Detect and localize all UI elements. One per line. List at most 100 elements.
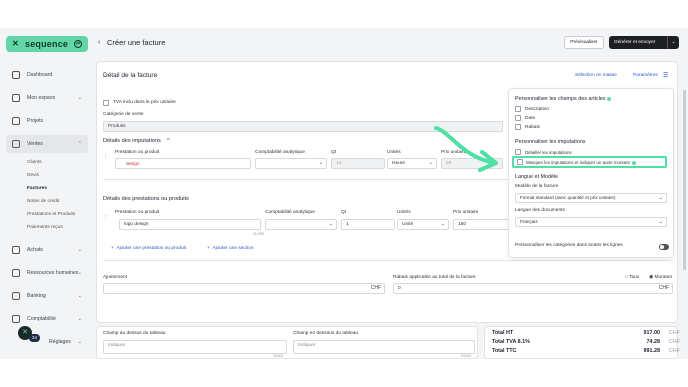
mass-selection-link[interactable]: Sélection en masse (575, 73, 617, 78)
rate-radio[interactable]: ○ Taux (625, 275, 639, 280)
submenu-item-notes-credit[interactable]: Notes de crédit (27, 195, 88, 208)
sidebar-item-label: Ventes (27, 141, 43, 147)
sidebar-item-rh[interactable]: Ressources humaines ⌄ (6, 261, 88, 284)
chevron-right-icon: ⌄ (77, 339, 82, 345)
submenu-item-devis[interactable]: Devis (27, 169, 88, 182)
drag-handle-icon[interactable]: ⋮ (103, 216, 108, 221)
brand-name: sequence (25, 39, 69, 49)
ledger-icon (12, 314, 20, 323)
preview-button[interactable]: Prévisualiser (564, 36, 604, 49)
imputations-settings-title: Personnaliser les imputations (515, 139, 586, 145)
sidebar-item-mon-espace[interactable]: Mon espace ⌄ (6, 86, 88, 109)
tva-label: TVA inclu dans le prix unitaire (113, 100, 176, 105)
total-value: 917.00 (643, 330, 661, 336)
chevron-down-icon: ⌄ (328, 221, 333, 227)
amount-label: Montant (654, 275, 672, 280)
sidebar-item-banking[interactable]: Banking ⌄ (6, 284, 88, 307)
docs-lang-label: Langue des documents (515, 208, 565, 213)
pres-units-select[interactable]: Unité ⌄ (397, 219, 449, 230)
total-value: 74.28 (646, 339, 661, 345)
sidebar-item-label: Banking (27, 292, 46, 299)
description-label: Description (525, 107, 549, 112)
chevron-up-icon: ⌃ (77, 141, 82, 147)
chevron-down-icon: ⌄ (318, 160, 323, 166)
drag-handle-icon[interactable]: ⋮ (103, 155, 108, 160)
home-icon (12, 70, 20, 79)
chevron-down-icon: ⌄ (77, 293, 82, 299)
submenu-item-paiements[interactable]: Paiements reçus (27, 221, 88, 234)
imp-col-units: Unités (387, 150, 401, 155)
detail-imputations-label: Détailler les imputations (525, 150, 572, 155)
chevron-down-icon: ⌄ (77, 95, 82, 101)
pres-product-field[interactable]: logo design (119, 219, 261, 230)
field-below-input[interactable]: Indiquer (293, 340, 475, 354)
pres-analytics-select[interactable]: ⌄ (265, 219, 337, 230)
sidebar-item-ventes[interactable]: Ventes ⌃ (6, 135, 88, 153)
pres-price-field[interactable]: 150 (453, 219, 509, 230)
annotation-arrow (434, 126, 498, 172)
field-below-label: Champ en dessous du tableau (293, 331, 359, 336)
description-checkbox[interactable] (515, 106, 521, 112)
sidebar-item-label: Mon espace (27, 94, 56, 101)
char-counter: 0/2000 (273, 354, 284, 358)
collapse-chevron-icon[interactable]: ^ (167, 138, 170, 144)
custom-categories-toggle[interactable] (659, 244, 669, 250)
docs-lang-select[interactable]: Français ⌄ (515, 217, 667, 227)
pres-col-price: Prix unitaire (453, 210, 479, 215)
divider (103, 260, 673, 261)
add-product-label: Ajouter une prestation ou produit (116, 246, 187, 251)
send-options-chevron-icon[interactable]: ⌄ (667, 36, 679, 49)
add-section-label: Ajouter une section (212, 246, 254, 251)
amount-radio[interactable]: ◉ Montant (649, 275, 672, 280)
pres-qty-field[interactable]: 1 (341, 219, 395, 230)
docs-lang-value: Français (520, 219, 538, 224)
char-counter: 0/2000 (461, 354, 472, 358)
scrollbar[interactable] (683, 90, 686, 270)
submenu-item-clients[interactable]: Clients (27, 156, 88, 169)
parameters-link[interactable]: Paramètres (633, 73, 658, 78)
generate-send-button[interactable]: Générer et envoyer ⌄ (609, 36, 679, 49)
back-chevron-icon[interactable]: ‹ (98, 39, 100, 46)
imp-analytics-select[interactable]: ⌄ (255, 158, 327, 169)
discount-field[interactable]: 0 CHF (393, 283, 673, 294)
add-product-button[interactable]: + Ajouter une prestation ou produit (111, 246, 186, 251)
sidebar-item-comptabilite[interactable]: Comptabilité ⌄ (6, 307, 88, 330)
chevron-down-icon: ⌄ (440, 221, 445, 227)
brand-logo[interactable]: ✕ sequence ⇄ (6, 36, 88, 52)
sidebar-item-label: Projets (27, 117, 44, 124)
date-checkbox[interactable] (515, 115, 521, 121)
model-select[interactable]: Format standard (avec quantité et prix u… (515, 193, 667, 203)
submenu-item-factures[interactable]: Factures (27, 182, 88, 195)
imp-product-tag: design (126, 161, 140, 166)
imp-units-value: Heure (392, 161, 406, 166)
brand-toggle-icon[interactable]: ⇄ (74, 40, 82, 48)
field-above-input[interactable]: Indiquer (103, 340, 287, 354)
char-counter: 11/255 (253, 232, 264, 236)
sidebar-item-label: Dashboard (27, 71, 53, 78)
add-section-button[interactable]: + Ajouter une section (207, 246, 254, 251)
custom-categories-label: Personnaliser les catégories dans toutes… (515, 243, 623, 248)
category-label: Catégorie de vente (103, 112, 144, 117)
imputations-title[interactable]: Détails des imputations (103, 138, 161, 144)
tva-checkbox[interactable] (103, 100, 109, 106)
sidebar-nav: Dashboard Mon espace ⌄ Projets Ventes ⌃ … (6, 63, 88, 353)
parameters-panel: Personnaliser les champs des articles De… (508, 88, 674, 258)
total-ht-row: Total HT 917.00 CHF (492, 330, 682, 339)
sidebar-item-projets[interactable]: Projets (6, 109, 88, 132)
total-label: Total HT (492, 330, 514, 336)
submenu-item-prestations[interactable]: Prestations et Produits (27, 208, 88, 221)
discount-label: Rabais applicable au total de la facture (393, 275, 476, 280)
pres-col-qty: Qt (341, 210, 347, 215)
menu-icon[interactable]: ☰ (663, 72, 668, 79)
adjustment-label: Ajustement (103, 275, 127, 280)
imp-product-field[interactable]: design (115, 158, 251, 169)
adjustment-field[interactable]: CHF (103, 283, 385, 294)
sidebar-item-dashboard[interactable]: Dashboard (6, 63, 88, 86)
imp-qty-field[interactable]: 13 (331, 158, 385, 169)
total-currency: CHF (668, 330, 680, 336)
highlight-box (512, 156, 667, 168)
sidebar-item-achats[interactable]: Achats ⌄ (6, 238, 88, 261)
chevron-down-icon: ⌄ (77, 316, 82, 322)
notes-card: Champ au dessus du tableau Indiquer 0/20… (96, 326, 478, 359)
pres-units-value: Unité (402, 222, 414, 227)
